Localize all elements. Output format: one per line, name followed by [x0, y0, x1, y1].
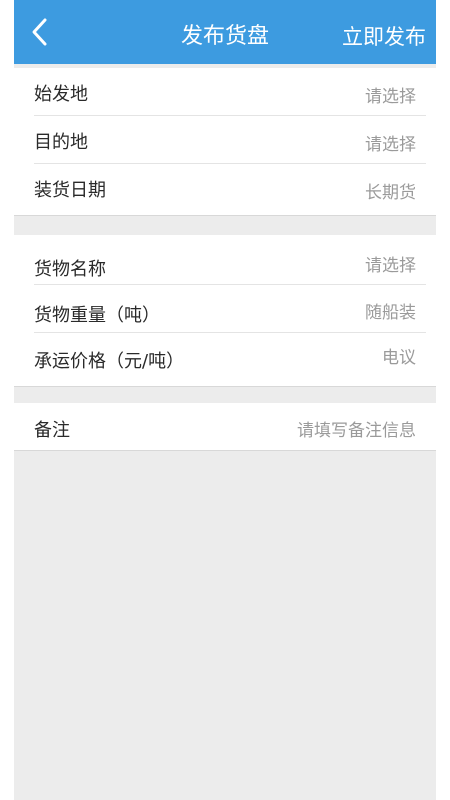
- loading-date-row[interactable]: 装货日期 长期货: [14, 164, 436, 216]
- remark-row[interactable]: 备注 请填写备注信息: [14, 403, 436, 451]
- cargo-weight-row[interactable]: 货物重量（吨） 随船装: [14, 285, 436, 333]
- loading-date-label: 装货日期: [34, 180, 106, 201]
- back-button[interactable]: [22, 14, 58, 50]
- chevron-left-icon: [32, 18, 47, 46]
- origin-row[interactable]: 始发地 请选择: [14, 68, 436, 116]
- app-header: 发布货盘 立即发布: [14, 0, 436, 64]
- freight-price-value: 电议: [382, 348, 416, 368]
- remark-group: 备注 请填写备注信息: [14, 403, 436, 451]
- freight-price-label: 承运价格（元/吨）: [34, 351, 185, 372]
- remark-input[interactable]: 请填写备注信息: [297, 416, 416, 441]
- cargo-name-label: 货物名称: [34, 259, 106, 280]
- cargo-name-row[interactable]: 货物名称 请选择: [14, 235, 436, 285]
- cargo-name-value: 请选择: [365, 256, 416, 276]
- loading-date-value: 长期货: [365, 183, 416, 203]
- remark-label: 备注: [34, 420, 70, 441]
- phone-frame: 发布货盘 立即发布 始发地 请选择 目的地 请选择 装货日期 长期货 货物名称 …: [0, 0, 450, 800]
- cargo-group: 货物名称 请选择 货物重量（吨） 随船装 承运价格（元/吨） 电议: [14, 235, 436, 387]
- cargo-weight-label: 货物重量（吨）: [34, 305, 160, 326]
- group-border: [14, 386, 436, 387]
- group-border: [14, 215, 436, 216]
- group-border: [14, 450, 436, 451]
- app-screen: 发布货盘 立即发布 始发地 请选择 目的地 请选择 装货日期 长期货 货物名称 …: [14, 0, 436, 800]
- destination-value: 请选择: [365, 135, 416, 155]
- freight-price-row[interactable]: 承运价格（元/吨） 电议: [14, 333, 436, 387]
- publish-button[interactable]: 立即发布: [342, 0, 426, 64]
- destination-row[interactable]: 目的地 请选择: [14, 116, 436, 164]
- destination-label: 目的地: [34, 132, 88, 153]
- origin-value: 请选择: [365, 87, 416, 107]
- route-group: 始发地 请选择 目的地 请选择 装货日期 长期货: [14, 68, 436, 216]
- cargo-weight-value: 随船装: [365, 303, 416, 323]
- origin-label: 始发地: [34, 84, 88, 105]
